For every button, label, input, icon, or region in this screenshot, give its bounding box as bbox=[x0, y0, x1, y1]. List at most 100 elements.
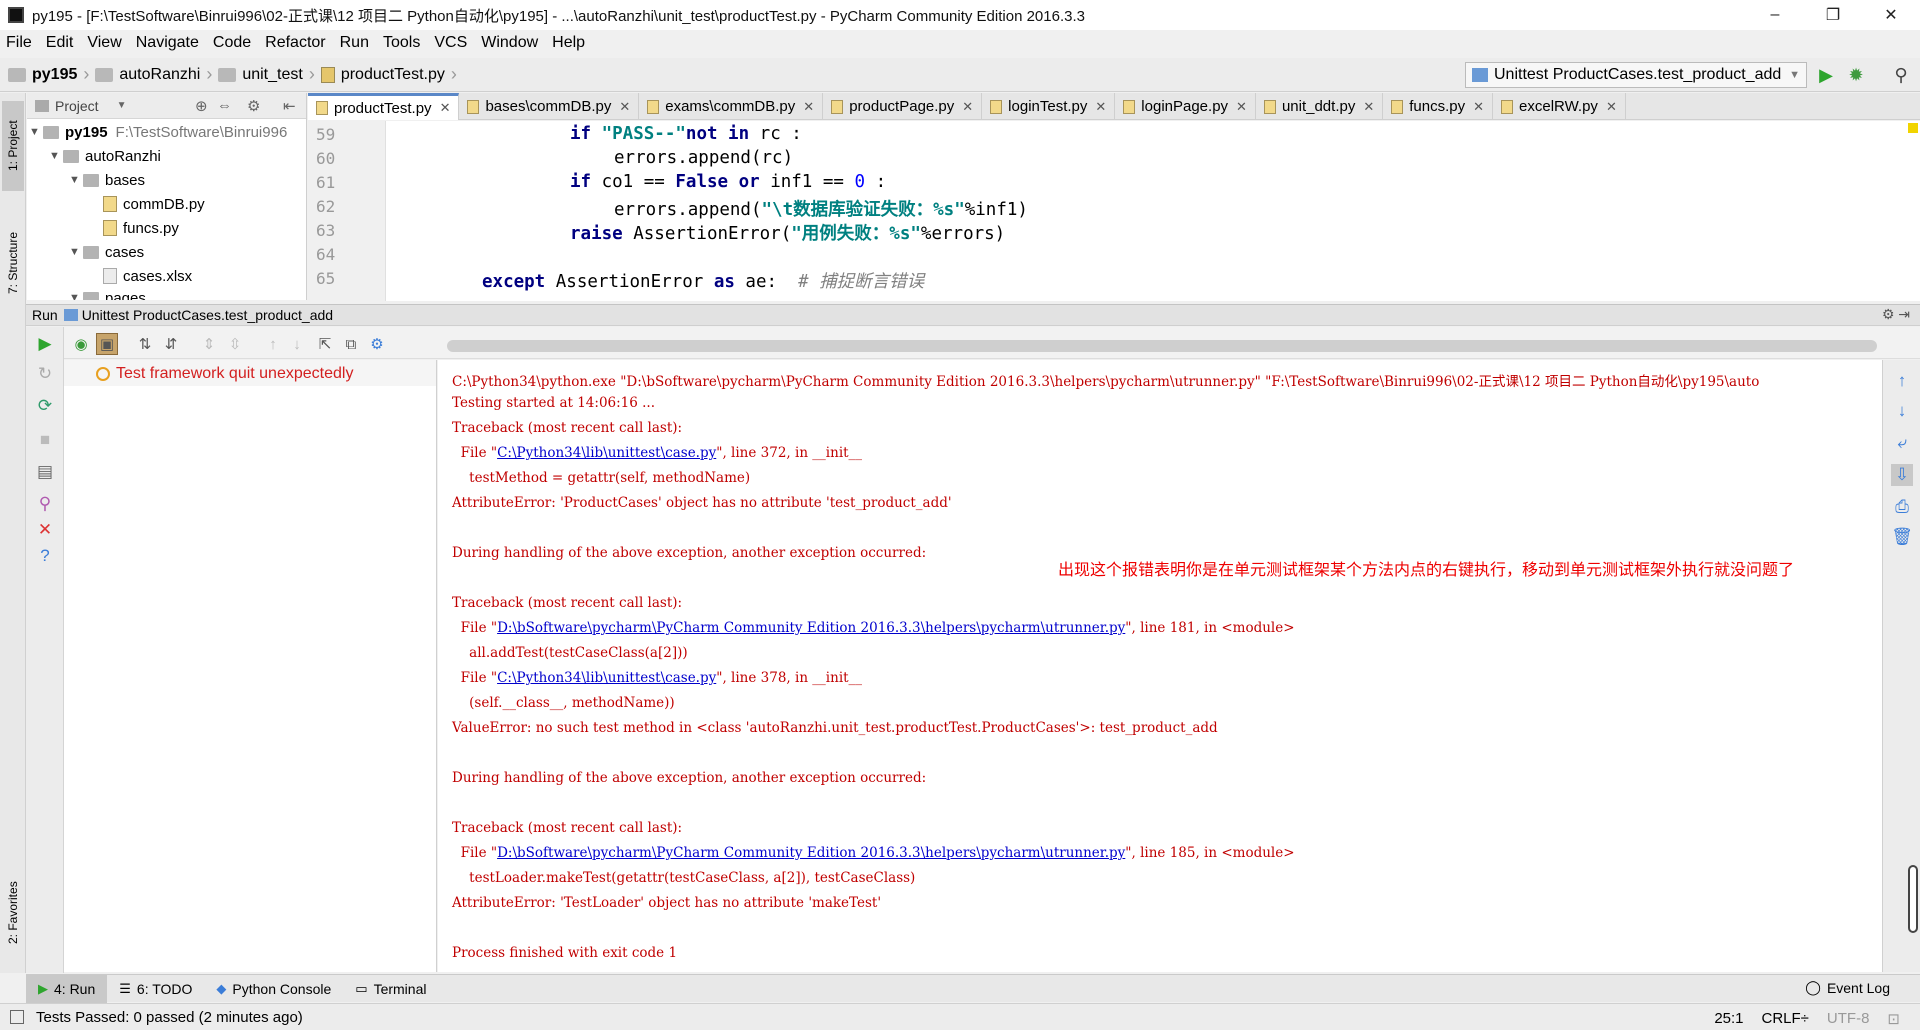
tool-window-toggle-icon[interactable] bbox=[10, 1010, 24, 1024]
tab-bases-commdb[interactable]: bases\commDB.py ✕ bbox=[459, 93, 640, 120]
console-output[interactable]: C:\Python34\python.exe "D:\bSoftware\pyc… bbox=[438, 360, 1882, 972]
menu-vcs[interactable]: VCS bbox=[434, 34, 467, 52]
line-separator[interactable]: CRLF÷ bbox=[1762, 1010, 1809, 1028]
breadcrumb-autoranzhi[interactable]: autoRanzhi › bbox=[95, 64, 212, 85]
warning-marker-icon[interactable] bbox=[1908, 123, 1918, 133]
close-button[interactable]: ✕ bbox=[1862, 0, 1920, 30]
toggle-auto-test-icon[interactable]: ⟳ bbox=[34, 395, 56, 417]
print-icon[interactable]: ⎙ bbox=[1891, 496, 1913, 518]
menu-help[interactable]: Help bbox=[552, 34, 585, 52]
collapse-icon[interactable]: ⇔ bbox=[217, 97, 232, 114]
tree-item-py195[interactable]: ▼ py195 F:\TestSoftware\Binrui996 bbox=[29, 120, 287, 144]
close-icon[interactable]: ✕ bbox=[803, 99, 814, 115]
tab-exams-commdb[interactable]: exams\commDB.py ✕ bbox=[639, 93, 824, 120]
tab-logintest[interactable]: loginTest.py ✕ bbox=[982, 93, 1116, 120]
rerun-icon[interactable]: ▶ bbox=[34, 333, 56, 355]
file-link[interactable]: C:\Python34\lib\unittest\case.py bbox=[497, 445, 716, 461]
stop-icon[interactable]: ■ bbox=[34, 429, 56, 451]
tree-item-cases[interactable]: ▼ cases bbox=[69, 240, 144, 264]
rerun-failed-icon[interactable]: ↻ bbox=[34, 363, 56, 385]
tab-todo[interactable]: ☰ 6: TODO bbox=[107, 975, 204, 1003]
tab-unit-ddt[interactable]: unit_ddt.py ✕ bbox=[1256, 93, 1384, 120]
close-icon[interactable]: ✕ bbox=[1473, 99, 1484, 115]
menu-refactor[interactable]: Refactor bbox=[265, 34, 325, 52]
tree-item-bases[interactable]: ▼ bases bbox=[69, 168, 145, 192]
tree-item-autoranzhi[interactable]: ▼ autoRanzhi bbox=[49, 144, 161, 168]
tree-item-pages[interactable]: ▼ pages bbox=[69, 286, 146, 300]
arrow-down-icon[interactable]: ↓ bbox=[1891, 400, 1913, 422]
close-icon[interactable]: ✕ bbox=[1236, 99, 1247, 115]
tree-item-funcs[interactable]: funcs.py bbox=[103, 216, 179, 240]
file-link[interactable]: D:\bSoftware\pycharm\PyCharm Community E… bbox=[497, 620, 1125, 636]
vertical-scrollbar[interactable] bbox=[1908, 865, 1918, 933]
gear-icon[interactable]: ⚙ bbox=[247, 97, 260, 115]
import-icon[interactable]: ⧉ bbox=[340, 333, 362, 355]
close-icon[interactable]: ✕ bbox=[1095, 99, 1106, 115]
menu-run[interactable]: Run bbox=[340, 34, 369, 52]
sort-alpha-icon[interactable]: ⇅ bbox=[134, 333, 156, 355]
breadcrumb-producttest[interactable]: productTest.py › bbox=[320, 64, 457, 85]
code-editor[interactable]: 59 60 61 62 63 64 65 if "PASS--"not in r… bbox=[308, 121, 1920, 301]
tab-funcs[interactable]: funcs.py ✕ bbox=[1383, 93, 1494, 120]
chevron-down-icon[interactable]: ▼ bbox=[117, 100, 127, 111]
breadcrumb-unit-test[interactable]: unit_test › bbox=[218, 64, 315, 85]
tree-item-commdb[interactable]: commDB.py bbox=[103, 192, 205, 216]
export-icon[interactable]: ⇱ bbox=[314, 333, 336, 355]
arrow-up-icon[interactable]: ↑ bbox=[1891, 370, 1913, 392]
tree-item-cases-xlsx[interactable]: cases.xlsx bbox=[103, 264, 192, 288]
tab-excelrw[interactable]: excelRW.py ✕ bbox=[1493, 93, 1626, 120]
next-failed-icon[interactable]: ↓ bbox=[286, 333, 308, 355]
tab-project[interactable]: 1: Project bbox=[2, 101, 24, 191]
run-configuration-select[interactable]: Unittest ProductCases.test_product_add ▼ bbox=[1465, 62, 1807, 88]
menu-edit[interactable]: Edit bbox=[46, 34, 74, 52]
caret-position[interactable]: 25:1 bbox=[1714, 1010, 1743, 1028]
tab-loginpage[interactable]: loginPage.py ✕ bbox=[1115, 93, 1256, 120]
close-icon[interactable]: ✕ bbox=[1363, 99, 1374, 115]
breadcrumb-py195[interactable]: py195 › bbox=[8, 64, 89, 85]
trash-icon[interactable]: 🗑 bbox=[1891, 526, 1913, 548]
menu-view[interactable]: View bbox=[87, 34, 121, 52]
tab-python-console[interactable]: ◆ Python Console bbox=[204, 975, 343, 1003]
close-icon[interactable]: ✕ bbox=[34, 519, 56, 541]
tab-terminal[interactable]: ▭ Terminal bbox=[343, 975, 438, 1003]
tab-run[interactable]: ▶ 4: Run bbox=[26, 974, 108, 1003]
close-icon[interactable]: ✕ bbox=[1606, 99, 1617, 115]
menu-window[interactable]: Window bbox=[481, 34, 538, 52]
hide-icon[interactable]: ⇤ bbox=[283, 97, 296, 115]
tab-productpage[interactable]: productPage.py ✕ bbox=[823, 93, 983, 120]
gear-icon[interactable]: ⚙ ⇥ bbox=[1882, 306, 1910, 323]
run-icon[interactable]: ▶ bbox=[1815, 64, 1837, 86]
event-log-button[interactable]: ◯ Event Log bbox=[1805, 979, 1890, 996]
debug-bug-icon[interactable]: ✹ bbox=[1845, 64, 1867, 86]
help-icon[interactable]: ? bbox=[34, 545, 56, 567]
file-encoding[interactable]: UTF-8 bbox=[1827, 1010, 1870, 1028]
search-icon[interactable]: ⚲ bbox=[1890, 64, 1912, 86]
pin-icon[interactable]: ⚲ bbox=[34, 493, 56, 515]
file-link[interactable]: C:\Python34\lib\unittest\case.py bbox=[497, 670, 716, 686]
expand-all-icon[interactable]: ⇕ bbox=[198, 333, 220, 355]
restore-button[interactable]: ❐ bbox=[1804, 0, 1862, 30]
test-status-item[interactable]: Test framework quit unexpectedly bbox=[96, 365, 353, 383]
close-icon[interactable]: ✕ bbox=[440, 100, 451, 116]
gear-icon[interactable]: ⚙ bbox=[366, 333, 388, 355]
close-icon[interactable]: ✕ bbox=[962, 99, 973, 115]
tab-producttest[interactable]: productTest.py ✕ bbox=[308, 93, 460, 120]
soft-wrap-icon[interactable]: ⤶ bbox=[1891, 432, 1913, 454]
show-passed-icon[interactable]: ◉ bbox=[70, 333, 92, 355]
sync-icon[interactable]: ⊕ bbox=[195, 97, 208, 115]
tab-structure[interactable]: 7: Structure bbox=[2, 213, 24, 313]
show-ignored-icon[interactable]: ▣ bbox=[96, 333, 118, 355]
close-icon[interactable]: ✕ bbox=[619, 99, 630, 115]
collapse-all-icon[interactable]: ⇳ bbox=[224, 333, 246, 355]
menu-file[interactable]: File bbox=[6, 34, 32, 52]
scroll-to-end-icon[interactable]: ⇩ bbox=[1891, 464, 1913, 486]
menu-code[interactable]: Code bbox=[213, 34, 251, 52]
menu-tools[interactable]: Tools bbox=[383, 34, 420, 52]
tab-favorites[interactable]: 2: Favorites bbox=[2, 863, 24, 963]
minimize-button[interactable]: – bbox=[1746, 0, 1804, 30]
sort-duration-icon[interactable]: ⇵ bbox=[160, 333, 182, 355]
layout-icon[interactable]: ▤ bbox=[34, 461, 56, 483]
file-link[interactable]: D:\bSoftware\pycharm\PyCharm Community E… bbox=[497, 845, 1125, 861]
lock-icon[interactable]: ⊡ bbox=[1887, 1010, 1900, 1028]
previous-failed-icon[interactable]: ↑ bbox=[262, 333, 284, 355]
